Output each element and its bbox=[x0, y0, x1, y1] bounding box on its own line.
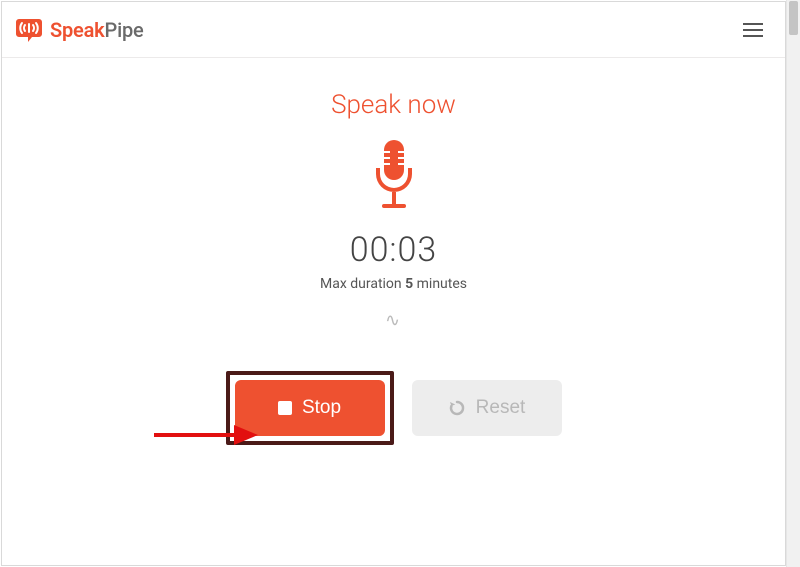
max-value: 5 bbox=[405, 276, 413, 292]
brand-logo[interactable]: SpeakPipe bbox=[14, 17, 144, 43]
max-prefix: Max duration bbox=[320, 276, 405, 292]
microphone-icon bbox=[2, 138, 785, 216]
stop-label: Stop bbox=[302, 397, 341, 419]
annotation-highlight: Stop bbox=[226, 371, 394, 445]
vertical-scrollbar[interactable] bbox=[786, 0, 800, 567]
brand-text: SpeakPipe bbox=[50, 18, 144, 42]
stop-button[interactable]: Stop bbox=[235, 380, 385, 436]
stop-icon bbox=[278, 401, 292, 415]
reset-icon bbox=[448, 399, 466, 417]
wave-decoration: ∿ bbox=[2, 310, 785, 331]
reset-button[interactable]: Reset bbox=[412, 380, 562, 436]
max-suffix: minutes bbox=[413, 276, 467, 292]
timer-display: 00:03 bbox=[2, 230, 785, 270]
button-row: Stop Reset bbox=[2, 371, 785, 445]
recorder-title: Speak now bbox=[2, 90, 785, 120]
header-bar: SpeakPipe bbox=[2, 2, 785, 58]
brand-part-2: Pipe bbox=[105, 18, 144, 42]
max-duration-text: Max duration 5 minutes bbox=[2, 276, 785, 292]
menu-icon[interactable] bbox=[737, 17, 769, 43]
scrollbar-thumb[interactable] bbox=[789, 1, 798, 35]
speech-bubble-icon bbox=[14, 17, 44, 43]
recorder-panel: Speak now 00:03 bbox=[2, 58, 785, 445]
brand-part-1: Speak bbox=[50, 18, 105, 42]
reset-label: Reset bbox=[476, 397, 526, 419]
